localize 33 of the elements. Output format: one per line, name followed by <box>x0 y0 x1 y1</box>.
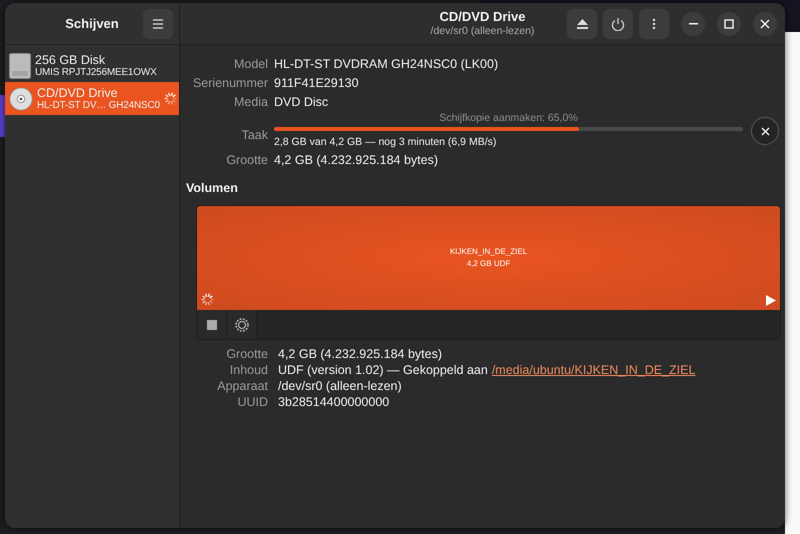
field-label: Grootte <box>225 346 268 362</box>
field-label: Apparaat <box>216 378 268 394</box>
drive-item[interactable]: 256 GB Disk UMIS RPJTJ256MEE1OWX <box>5 49 179 82</box>
window-title: CD/DVD Drive <box>440 9 526 25</box>
field-label: Model <box>232 56 268 73</box>
volume-summary: 4,2 GB UDF <box>466 258 512 270</box>
mount-link[interactable]: /media/ubuntu/KIJKEN_IN_DE_ZIEL <box>492 362 696 378</box>
field-value: 4,2 GB (4.232.925.184 bytes) <box>278 346 443 362</box>
drive-name: CD/DVD Drive <box>37 86 119 100</box>
field-value: DVD Disc <box>274 94 330 110</box>
field-value: /dev/sr0 (alleen-lezen) <box>278 378 403 394</box>
field-value: 911F41E29130 <box>274 74 360 92</box>
field-value: HL-DT-ST DVDRAM GH24NSC0 (LK00) <box>274 56 500 73</box>
field-label: Taak <box>240 127 268 144</box>
field-label: Grootte <box>225 152 268 169</box>
field-label: UUID <box>236 394 268 410</box>
progress-caption: Schijfkopie aanmaken: 65,0% <box>438 111 579 126</box>
section-heading: Volumen <box>186 180 239 196</box>
volume-name: KIJKEN_IN_DE_ZIEL <box>450 246 528 258</box>
field-label: Serienummer <box>192 74 268 92</box>
field-label: Inhoud <box>228 362 268 378</box>
window-subtitle: /dev/sr0 (alleen-lezen) <box>430 24 534 38</box>
sidebar-title: Schijven <box>65 14 119 33</box>
field-value: 3b28514400000000 <box>278 394 390 410</box>
field-value: 4,2 GB (4.232.925.184 bytes) <box>274 152 439 169</box>
field-value: UDF (version 1.02) — Gekoppeld aan <box>278 362 488 378</box>
field-label: Media <box>232 94 268 110</box>
drive-model: HL-DT-ST DV… GH24NSC0 <box>37 100 160 112</box>
drive-name: 256 GB Disk <box>35 52 106 67</box>
volume-block[interactable]: KIJKEN_IN_DE_ZIEL 4,2 GB UDF <box>197 206 780 310</box>
progress-detail: 2,8 GB van 4,2 GB — nog 3 minuten (6,9 MB/s) <box>274 135 498 150</box>
drive-item[interactable]: CD/DVD Drive HL-DT-ST DV… GH24NSC0 <box>5 82 179 115</box>
drive-model: UMIS RPJTJ256MEE1OWX <box>35 66 157 78</box>
